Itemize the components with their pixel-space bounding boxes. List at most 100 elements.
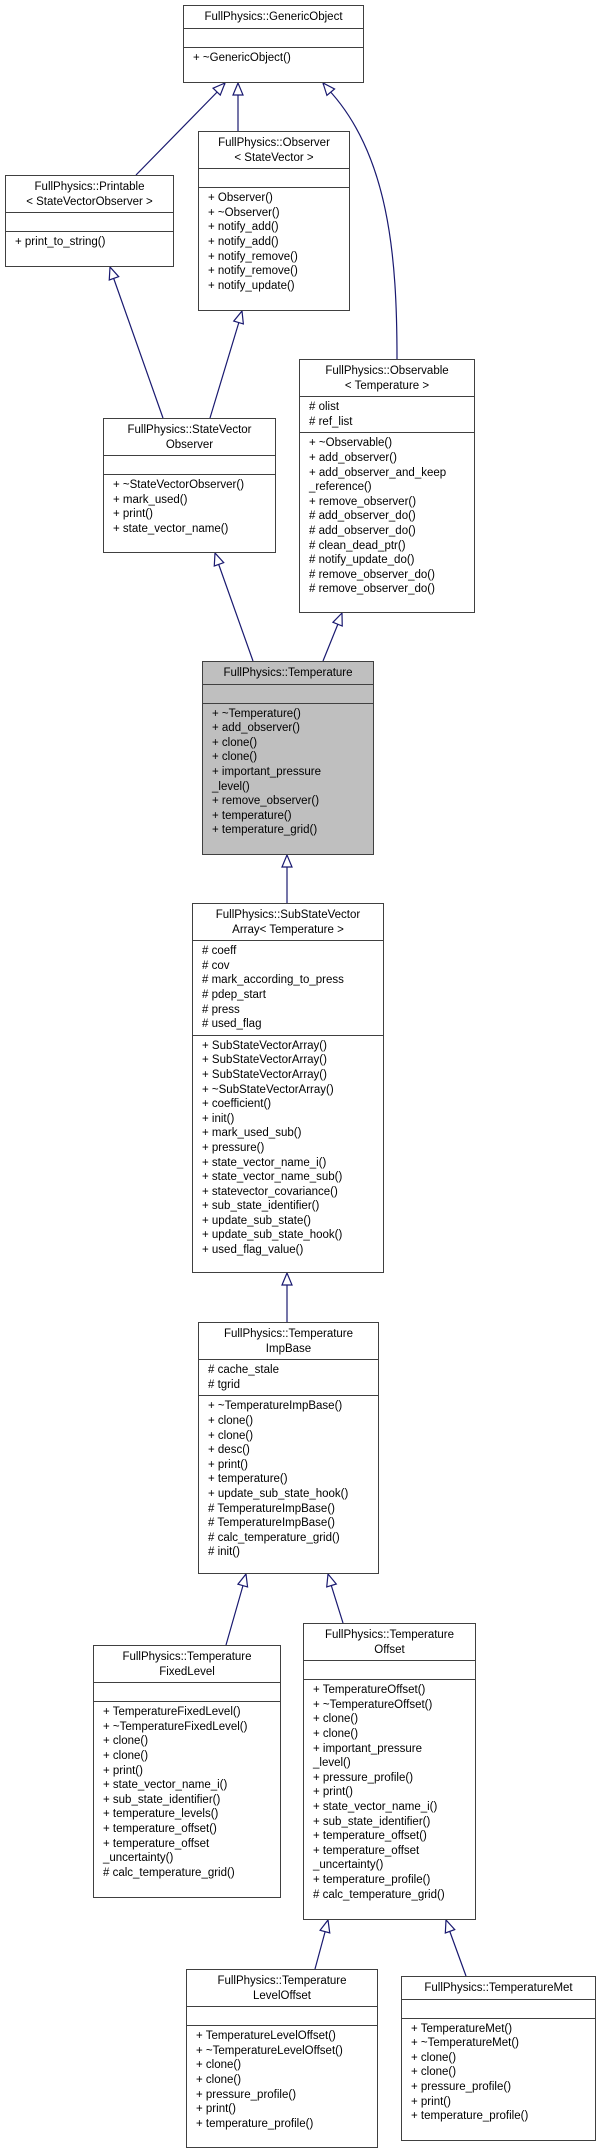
method-item: + print_to_string() — [15, 236, 106, 249]
methods-section: + SubStateVectorArray() + SubStateVectorA… — [193, 1034, 383, 1261]
method-item: + print() — [313, 1786, 353, 1799]
method-item: + TemperatureOffset() — [313, 1684, 426, 1697]
method-item: + temperature_levels() — [103, 1808, 219, 1821]
class-box-temperature-fixed-level[interactable]: FullPhysics::Temperature FixedLevel+ Tem… — [93, 1645, 281, 1898]
method-item: + clone() — [313, 1713, 359, 1726]
methods-section: + ~StateVectorObserver() + mark_used() + p… — [104, 474, 275, 539]
methods-section: + TemperatureLevelOffset() + ~Temperature… — [187, 2025, 377, 2134]
method-item: + clone() — [208, 1429, 254, 1442]
method-item: + sub_state_identifier() — [202, 1200, 320, 1213]
inheritance-edge-temperature_offset-to-temperature_imp_base — [326, 1572, 344, 1624]
method-item: + temperature() — [208, 1473, 288, 1486]
method-item: + used_flag_value() — [202, 1244, 304, 1257]
class-box-observable[interactable]: FullPhysics::Observable < Temperature >#… — [299, 359, 475, 613]
method-item: # notify_update_do() — [309, 554, 415, 567]
inheritance-arrow-icon — [331, 611, 343, 627]
class-name: FullPhysics::Temperature Offset — [304, 1624, 475, 1662]
class-box-temperature-level-offset[interactable]: FullPhysics::Temperature LevelOffset + Te… — [186, 1969, 378, 2148]
class-name: FullPhysics::StateVector Observer — [104, 419, 275, 457]
class-box-temperature-met[interactable]: FullPhysics::TemperatureMet + Temperature… — [401, 1976, 596, 2141]
method-item: + notify_add() — [208, 221, 279, 234]
method-item: + important_pressure — [212, 765, 321, 778]
attributes-section — [304, 1661, 475, 1679]
class-name: FullPhysics::TemperatureMet — [402, 1977, 595, 2000]
method-item: + init() — [202, 1112, 235, 1125]
inheritance-arrow-icon — [281, 1271, 293, 1286]
inheritance-arrow-icon — [108, 265, 120, 281]
method-item: + add_observer_and_keep — [309, 466, 447, 479]
method-item: + ~TemperatureLevelOffset() — [196, 2044, 343, 2057]
inheritance-arrow-icon — [213, 551, 225, 567]
edge-line — [109, 267, 164, 419]
method-item: + pressure_profile() — [411, 2080, 512, 2093]
method-item: # calc_temperature_grid() — [313, 1888, 445, 1901]
class-box-generic-object[interactable]: FullPhysics::GenericObject + ~GenericObje… — [183, 5, 364, 83]
attribute-item: # mark_according_to_press — [202, 974, 344, 987]
method-item: + remove_observer() — [309, 495, 417, 508]
class-box-temperature[interactable]: FullPhysics::Temperature + ~Temperature()… — [202, 661, 374, 855]
methods-section: + TemperatureFixedLevel() + ~TemperatureF… — [94, 1701, 280, 1883]
method-item: + ~Observable() — [309, 437, 393, 450]
class-box-sub-state-vector-array[interactable]: FullPhysics::SubStateVector Array< Tempe… — [192, 903, 384, 1273]
inheritance-arrow-icon — [232, 81, 244, 96]
method-item: + ~StateVectorObserver() — [113, 479, 245, 492]
method-item: + print() — [103, 1764, 143, 1777]
method-item: + ~TemperatureOffset() — [313, 1698, 433, 1711]
method-item: + temperature_offset() — [313, 1830, 427, 1843]
method-item: + clone() — [103, 1749, 149, 1762]
method-item: + temperature() — [212, 809, 292, 822]
method-item: + update_sub_state_hook() — [208, 1487, 349, 1500]
attributes-section: # cache_stale # tgrid — [199, 1360, 378, 1395]
method-item: + temperature_offset() — [103, 1822, 217, 1835]
class-box-printable[interactable]: FullPhysics::Printable < StateVectorObse… — [5, 175, 174, 267]
method-item: + print() — [411, 2095, 451, 2108]
attribute-item: # tgrid — [208, 1378, 240, 1391]
class-name: FullPhysics::Observable < Temperature > — [300, 360, 474, 398]
attribute-item: # olist — [309, 401, 340, 414]
method-item: + clone() — [411, 2066, 457, 2079]
method-item: + ~Temperature() — [212, 707, 301, 720]
inheritance-arrow-icon — [444, 1918, 456, 1934]
method-item: _level() — [313, 1757, 351, 1770]
method-item: + ~Observer() — [208, 206, 280, 219]
method-item: + remove_observer() — [212, 795, 320, 808]
method-item: + SubStateVectorArray() — [202, 1068, 327, 1081]
class-name: FullPhysics::Temperature FixedLevel — [94, 1646, 280, 1684]
method-item: + clone() — [208, 1414, 254, 1427]
method-item: + add_observer() — [212, 722, 300, 735]
method-item: + ~GenericObject() — [193, 51, 291, 64]
method-item: # calc_temperature_grid() — [208, 1531, 340, 1544]
method-item: + clone() — [313, 1727, 359, 1740]
class-name: FullPhysics::Printable < StateVectorObse… — [6, 176, 173, 214]
inheritance-arrow-icon — [321, 81, 336, 97]
method-item: # add_observer_do() — [309, 524, 416, 537]
method-item: + state_vector_name() — [113, 522, 229, 535]
attributes-section — [6, 213, 173, 231]
inheritance-edge-temperature-to-state_vector_observer — [213, 551, 254, 662]
inheritance-edge-temperature_level_offset-to-temperature_offset — [314, 1918, 331, 1970]
method-item: + mark_used_sub() — [202, 1127, 302, 1140]
method-item: _uncertainty() — [313, 1859, 384, 1872]
method-item: + temperature_offset — [103, 1837, 210, 1850]
class-box-temperature-offset[interactable]: FullPhysics::Temperature Offset+ Tempera… — [303, 1623, 476, 1920]
method-item: + desc() — [208, 1444, 250, 1457]
method-item: + ~TemperatureImpBase() — [208, 1400, 343, 1413]
inheritance-edge-observer-to-generic_object — [232, 81, 244, 131]
method-item: + temperature_profile() — [196, 2117, 314, 2130]
attribute-item: # used_flag — [202, 1018, 262, 1031]
inheritance-edge-state_vector_observer-to-observer — [209, 309, 245, 419]
method-item: + ~TemperatureFixedLevel() — [103, 1720, 248, 1733]
method-item: + state_vector_name_i() — [202, 1156, 327, 1169]
class-box-observer[interactable]: FullPhysics::Observer < StateVector > + O… — [198, 131, 350, 311]
attribute-item: # cache_stale — [208, 1364, 279, 1377]
attributes-section — [402, 2000, 595, 2018]
class-box-state-vector-observer[interactable]: FullPhysics::StateVector Observer+ ~Stat… — [103, 418, 276, 553]
methods-section: + ~GenericObject() — [184, 46, 363, 69]
method-item: + coefficient() — [202, 1098, 272, 1111]
method-item: + ~TemperatureMet() — [411, 2037, 520, 2050]
method-item: + clone() — [411, 2051, 457, 2064]
method-item: _level() — [212, 780, 250, 793]
attribute-item: # press — [202, 1003, 240, 1016]
class-box-temperature-imp-base[interactable]: FullPhysics::Temperature ImpBase # cache_… — [198, 1322, 379, 1574]
inheritance-arrow-icon — [319, 1918, 331, 1934]
